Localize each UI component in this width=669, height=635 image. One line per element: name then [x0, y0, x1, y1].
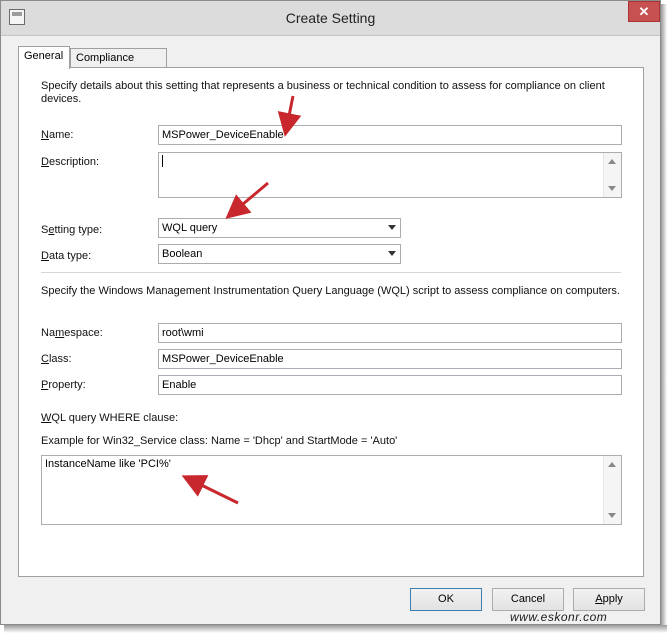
tab-general[interactable]: General [18, 46, 70, 69]
annotation-arrow-name [277, 95, 302, 137]
annotation-arrow-setting-type [225, 181, 269, 219]
watermark-text: www.eskonr.com [510, 610, 608, 624]
annotation-arrow-where-clause [181, 475, 239, 505]
annotation-arrows [181, 95, 302, 505]
